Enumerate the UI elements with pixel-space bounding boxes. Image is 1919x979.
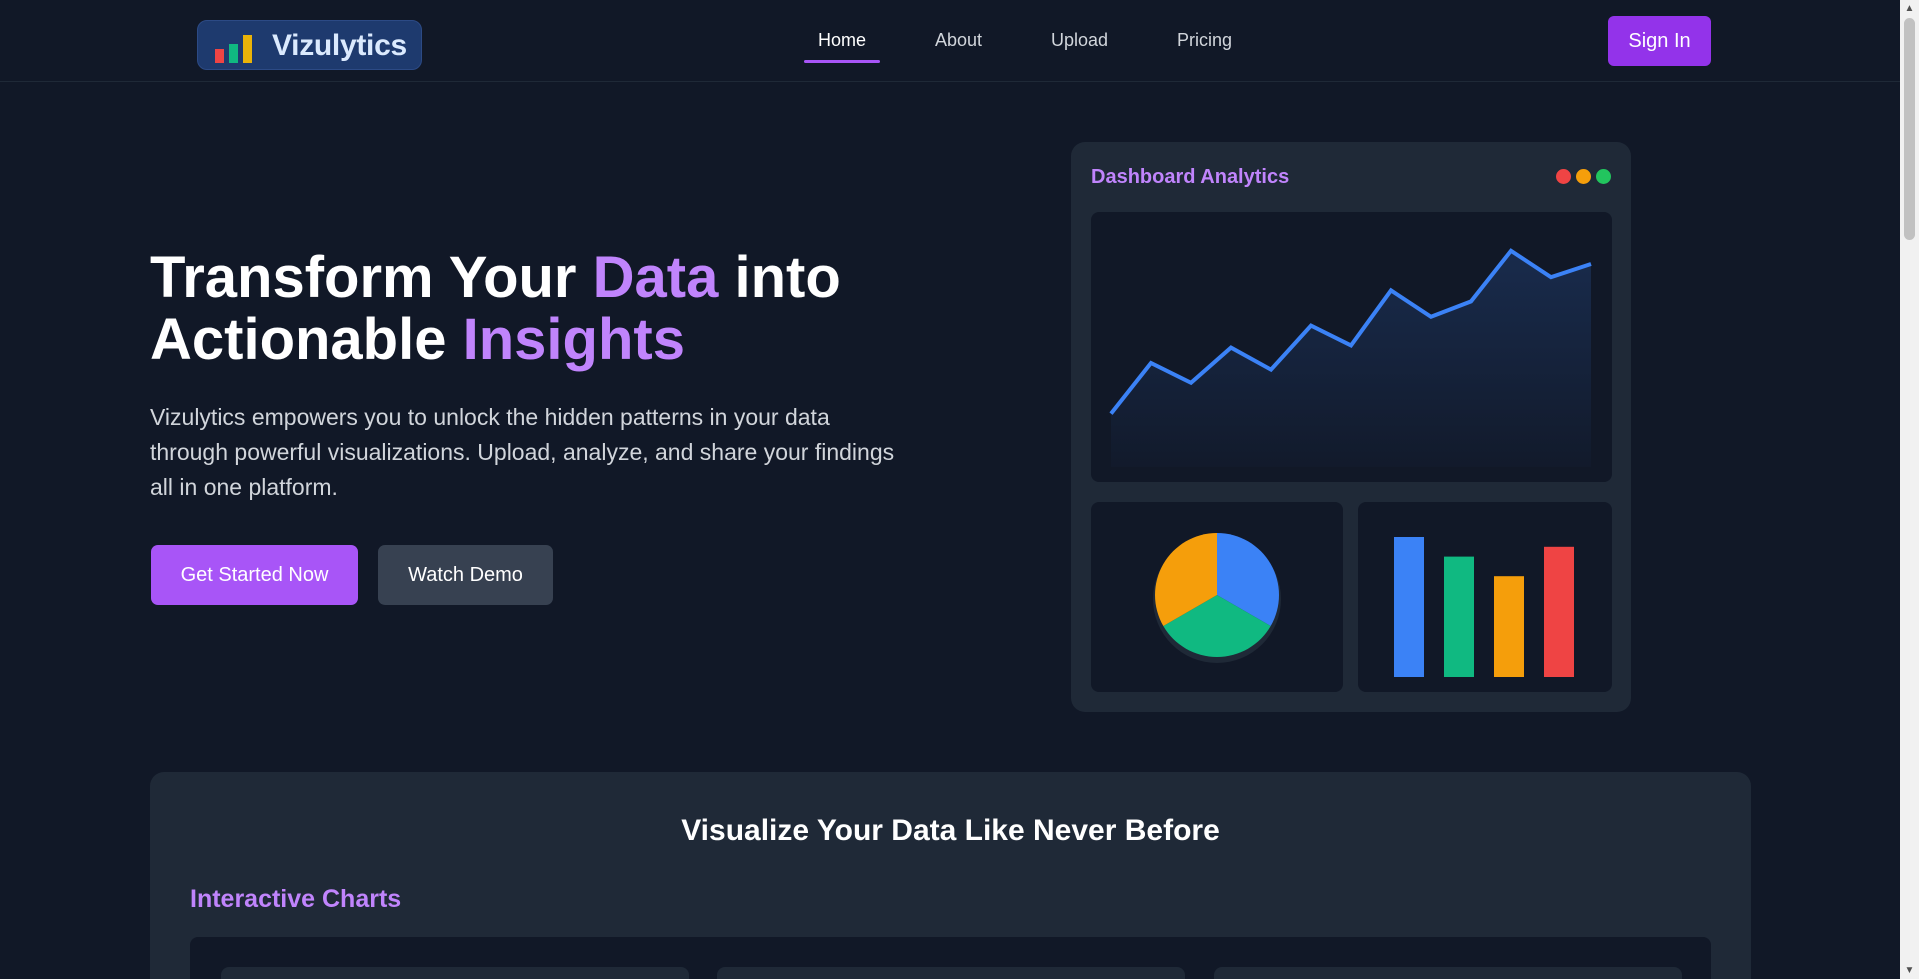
nav-upload[interactable]: Upload bbox=[1051, 30, 1108, 51]
line-chart-area bbox=[1111, 250, 1591, 467]
nav-about[interactable]: About bbox=[935, 30, 982, 51]
bar-chart-panel bbox=[1358, 502, 1612, 692]
pie-chart bbox=[1153, 533, 1281, 663]
features-title: Visualize Your Data Like Never Before bbox=[681, 814, 1220, 847]
dashboard-title: Dashboard Analytics bbox=[1091, 166, 1290, 188]
features-section: Visualize Your Data Like Never Before In… bbox=[150, 772, 1751, 979]
bar bbox=[1494, 576, 1524, 677]
brand-name: Vizulytics bbox=[272, 29, 407, 62]
window-dot-yellow-icon bbox=[1576, 169, 1591, 184]
top-navbar: Vizulytics Home About Upload Pricing Sig… bbox=[0, 0, 1900, 82]
charts-showcase-panel bbox=[190, 937, 1711, 979]
line-chart bbox=[1109, 248, 1592, 467]
window-dot-green-icon bbox=[1596, 169, 1611, 184]
sign-in-button[interactable]: Sign In bbox=[1608, 16, 1711, 66]
chart-card bbox=[1214, 967, 1682, 979]
bar bbox=[1544, 546, 1574, 677]
line-chart-panel bbox=[1091, 212, 1612, 482]
get-started-button[interactable]: Get Started Now bbox=[151, 545, 358, 605]
window-dot-red-icon bbox=[1556, 169, 1571, 184]
chart-card bbox=[221, 967, 689, 979]
bar bbox=[1394, 537, 1424, 677]
bar-chart-logo-icon bbox=[215, 35, 255, 63]
hero-description: Vizulytics empowers you to unlock the hi… bbox=[150, 404, 895, 500]
nav-pricing[interactable]: Pricing bbox=[1177, 30, 1232, 51]
brand-logo[interactable]: Vizulytics bbox=[197, 20, 422, 70]
bar-chart bbox=[1394, 537, 1574, 677]
watch-demo-button[interactable]: Watch Demo bbox=[378, 545, 553, 605]
scrollbar-thumb[interactable] bbox=[1904, 18, 1915, 240]
features-subtitle: Interactive Charts bbox=[190, 885, 402, 913]
scroll-up-icon[interactable]: ▲ bbox=[1900, 0, 1919, 17]
pie-chart-panel bbox=[1091, 502, 1343, 692]
dashboard-preview-card: Dashboard Analytics bbox=[1071, 142, 1631, 712]
bar bbox=[1444, 556, 1474, 677]
chart-card bbox=[717, 967, 1185, 979]
scroll-down-icon[interactable]: ▼ bbox=[1900, 962, 1919, 979]
hero-title: Transform Your Data into Actionable Insig… bbox=[150, 245, 841, 372]
page-scrollbar[interactable]: ▲ ▼ bbox=[1900, 0, 1919, 979]
nav-home[interactable]: Home bbox=[818, 30, 866, 51]
active-nav-indicator bbox=[804, 60, 880, 63]
